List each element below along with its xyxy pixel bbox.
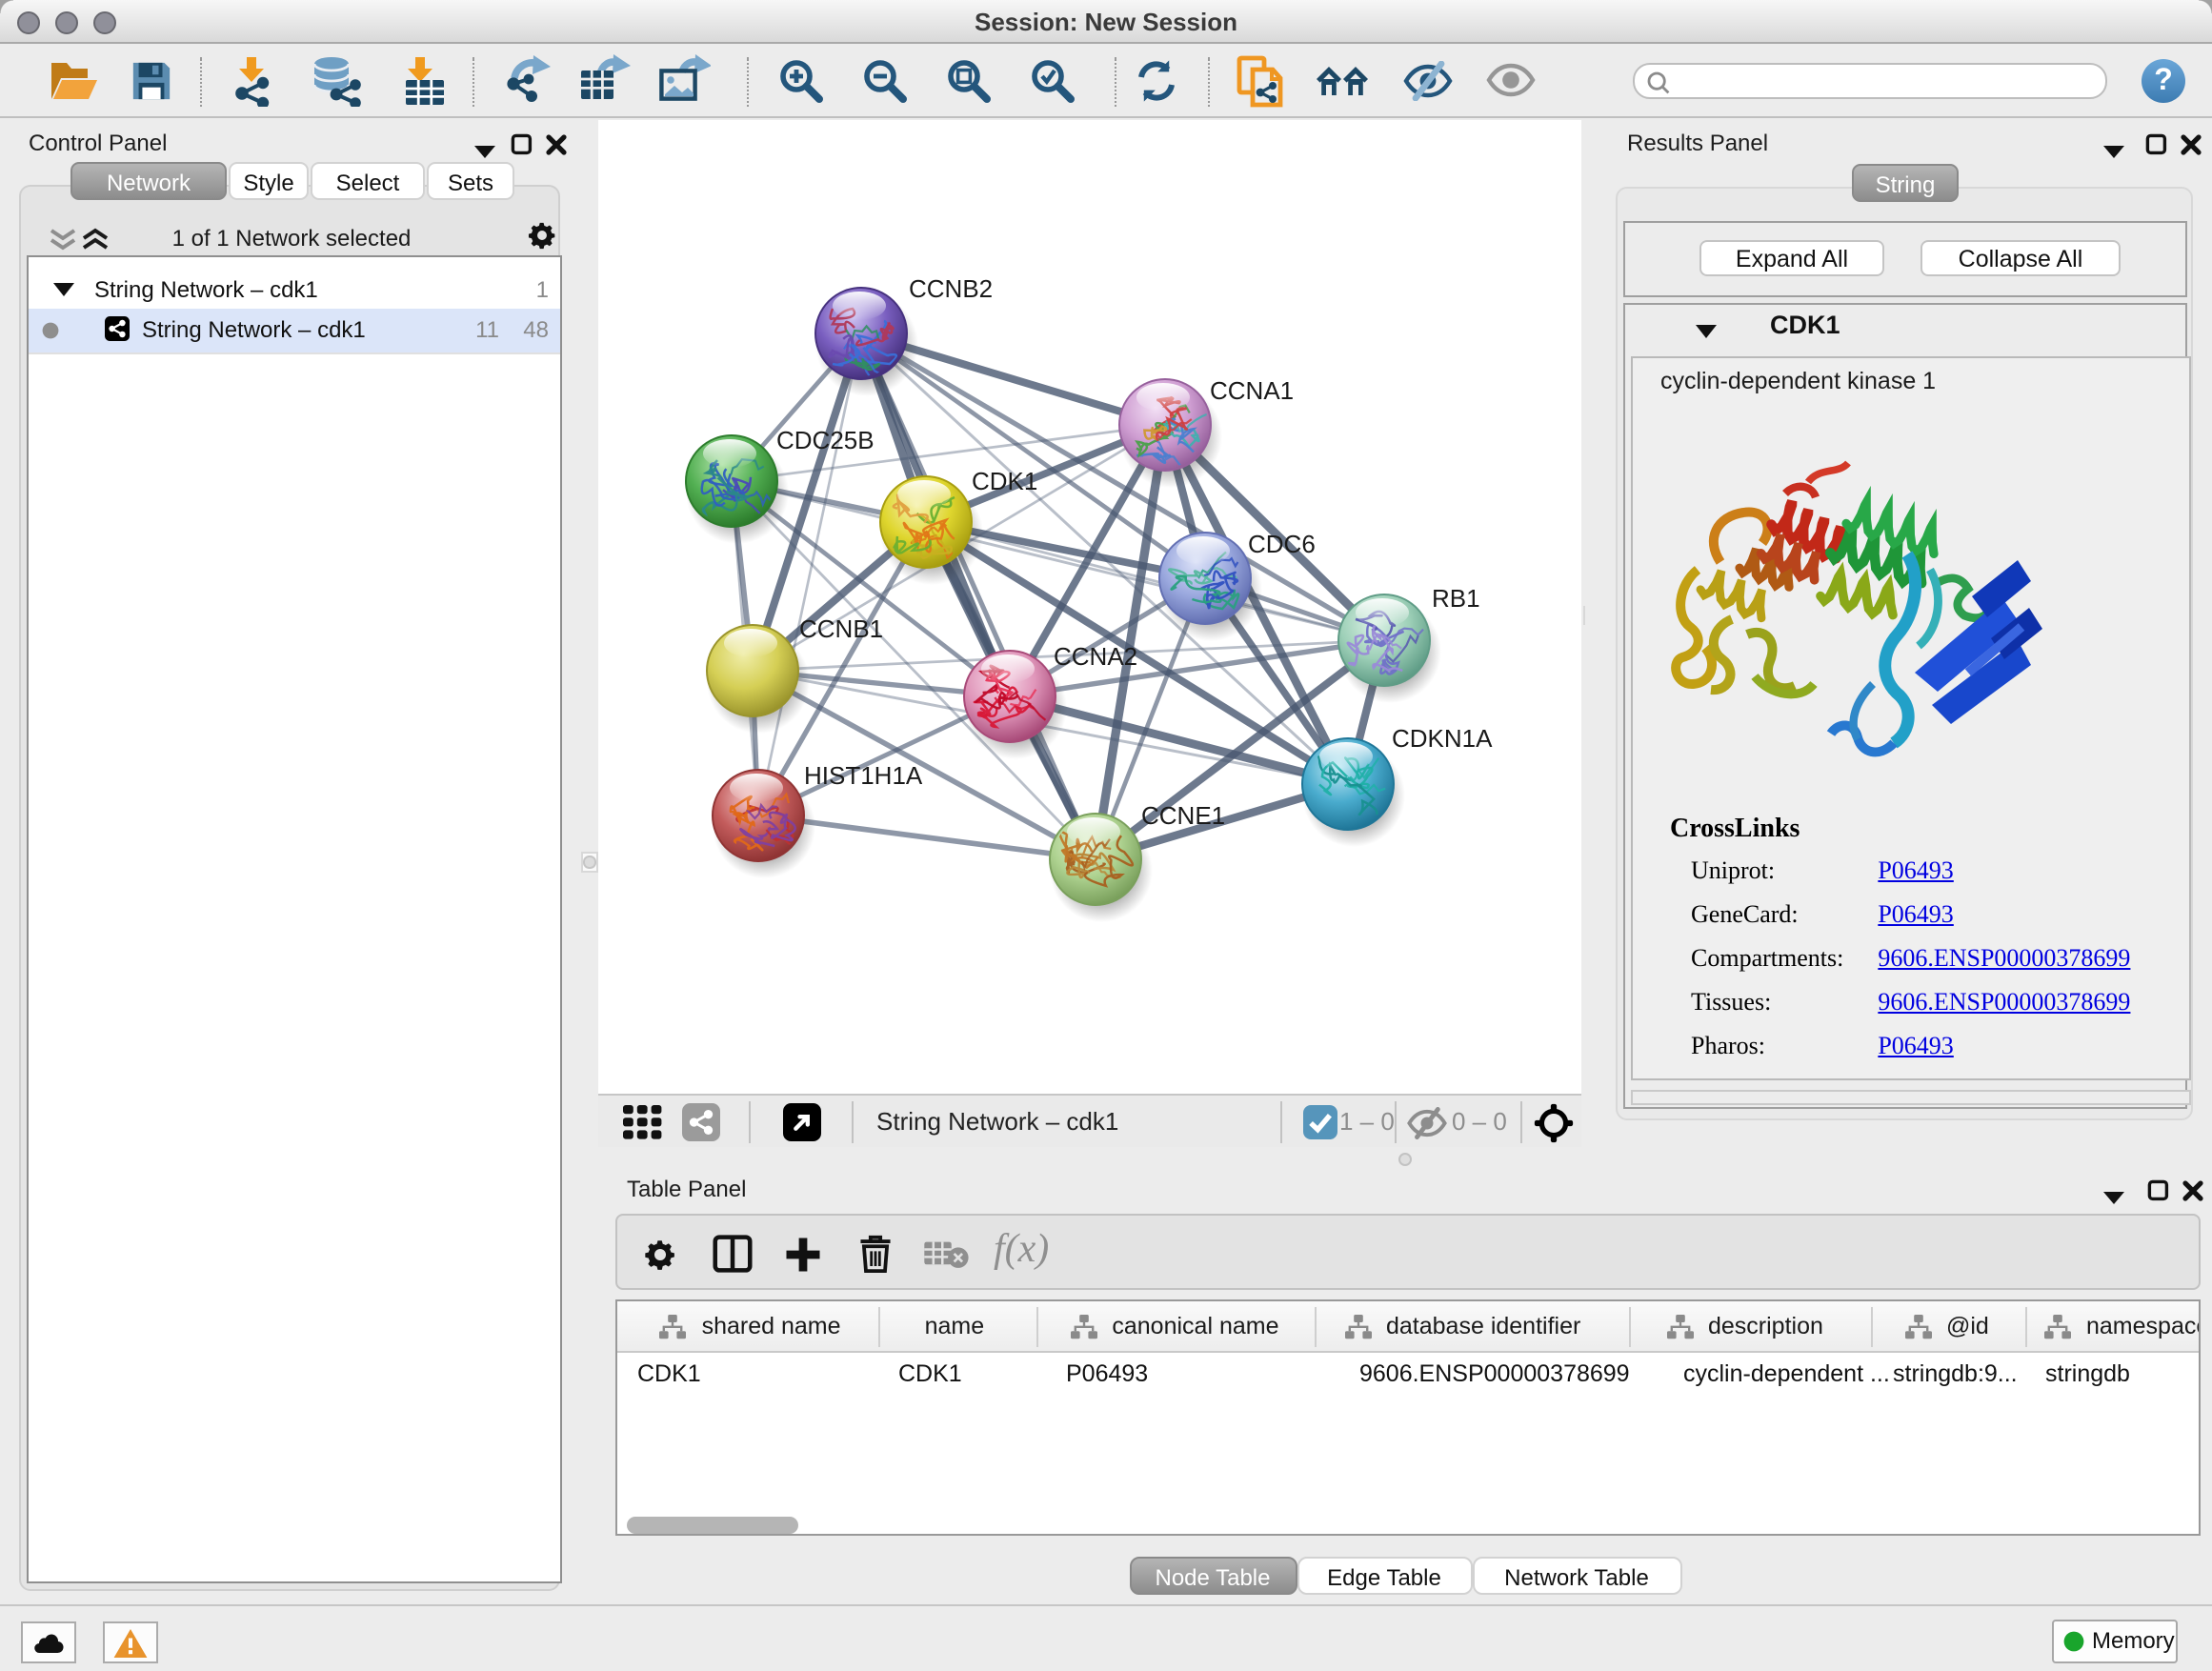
svg-text:CCNE1: CCNE1	[1141, 801, 1225, 830]
svg-text:CCNB2: CCNB2	[909, 274, 993, 303]
svg-text:CCNB1: CCNB1	[799, 614, 883, 643]
svg-text:CDC25B: CDC25B	[776, 426, 875, 454]
svg-text:CDK1: CDK1	[972, 467, 1037, 495]
svg-text:CCNA1: CCNA1	[1210, 376, 1294, 405]
svg-text:RB1: RB1	[1432, 584, 1480, 613]
svg-text:CDC6: CDC6	[1248, 530, 1316, 558]
svg-text:CDKN1A: CDKN1A	[1392, 724, 1493, 753]
svg-text:CCNA2: CCNA2	[1054, 642, 1137, 671]
svg-text:HIST1H1A: HIST1H1A	[804, 761, 923, 790]
